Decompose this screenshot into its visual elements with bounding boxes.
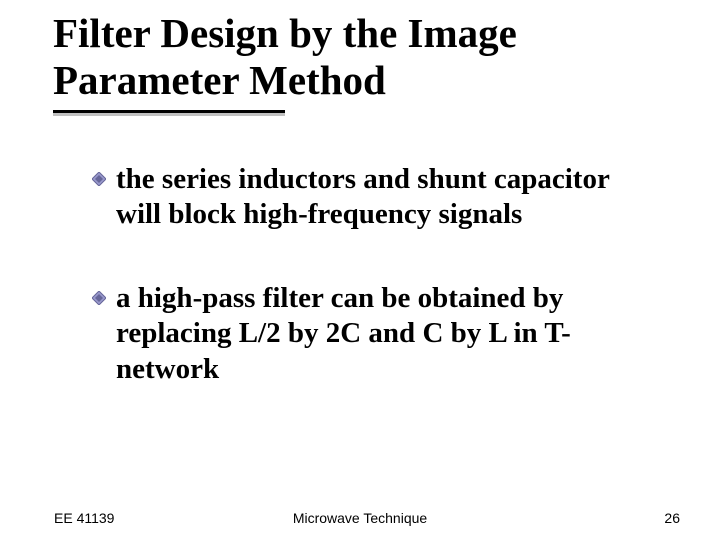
slide: Filter Design by the Image Parameter Met… [0, 0, 720, 540]
title-block: Filter Design by the Image Parameter Met… [53, 10, 673, 104]
footer-course-name: Microwave Technique [0, 510, 720, 526]
diamond-bullet-icon [92, 291, 106, 305]
bullet-text: a high-pass filter can be obtained by re… [116, 282, 571, 385]
slide-body: the series inductors and shunt capacitor… [92, 162, 632, 435]
diamond-bullet-icon [92, 172, 106, 186]
list-item: the series inductors and shunt capacitor… [92, 162, 632, 233]
list-item: a high-pass filter can be obtained by re… [92, 281, 632, 387]
title-underline [53, 110, 285, 113]
bullet-text: the series inductors and shunt capacitor… [116, 163, 609, 230]
slide-title: Filter Design by the Image Parameter Met… [53, 10, 673, 104]
footer-page-number: 26 [664, 510, 680, 526]
